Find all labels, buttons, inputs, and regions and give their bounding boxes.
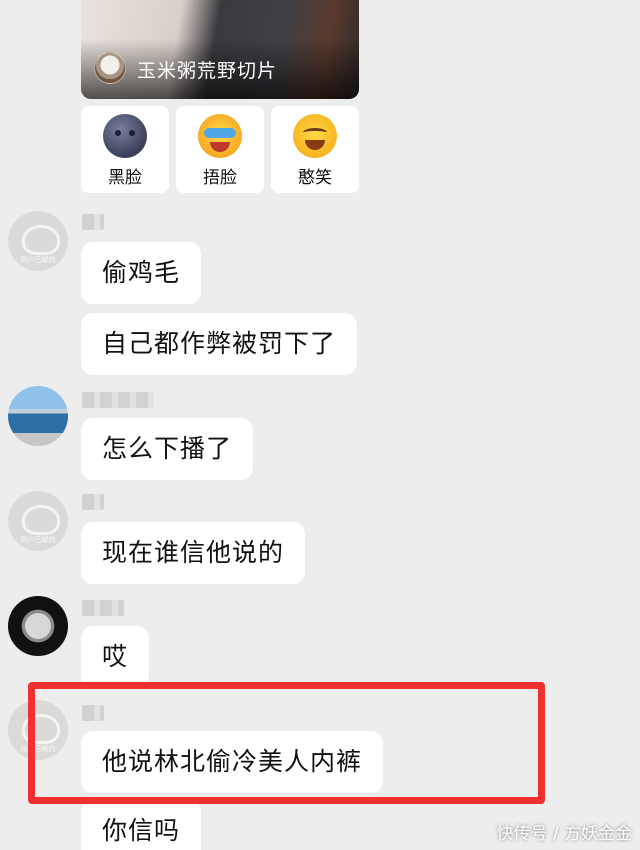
message-bubble[interactable]: 你信吗	[81, 800, 202, 850]
message-bubble[interactable]: 现在谁信他说的	[81, 522, 306, 584]
sender-name-blurred	[82, 392, 154, 408]
sender-name-blurred	[82, 494, 104, 510]
avatar[interactable]: 用户已解约	[8, 491, 68, 551]
video-author-avatar	[94, 52, 126, 84]
sender-name-blurred	[82, 600, 124, 616]
watermark: 快传号 / 方妖金金	[496, 824, 632, 844]
avatar-caption: 用户已解约	[20, 536, 56, 544]
message-bubble[interactable]: 偷鸡毛	[81, 242, 202, 304]
message-bubble[interactable]: 怎么下播了	[81, 418, 254, 480]
message-bubble[interactable]: 自己都作弊被罚下了	[81, 313, 358, 375]
message-bubble[interactable]: 哎	[81, 626, 150, 688]
sticker-label: 捂脸	[203, 168, 237, 188]
sticker-black-face[interactable]: 黑脸	[81, 106, 169, 193]
cover-face-icon	[198, 114, 242, 158]
black-face-icon	[103, 114, 147, 158]
avatar[interactable]: 用户已解约	[8, 211, 68, 271]
avatar[interactable]	[8, 596, 68, 656]
video-author-name: 玉米粥荒野切片	[137, 60, 278, 82]
avatar[interactable]	[8, 386, 68, 446]
avatar-caption: 用户已解约	[20, 256, 56, 264]
sticker-label: 憨笑	[298, 168, 332, 188]
sender-name-blurred	[82, 214, 104, 230]
highlight-box	[28, 682, 545, 804]
shared-video-card[interactable]: 玉米粥荒野切片	[81, 0, 359, 99]
sticker-grin-face[interactable]: 憨笑	[271, 106, 359, 193]
sticker-cover-face[interactable]: 捂脸	[176, 106, 264, 193]
grin-face-icon	[293, 114, 337, 158]
sticker-label: 黑脸	[108, 168, 142, 188]
